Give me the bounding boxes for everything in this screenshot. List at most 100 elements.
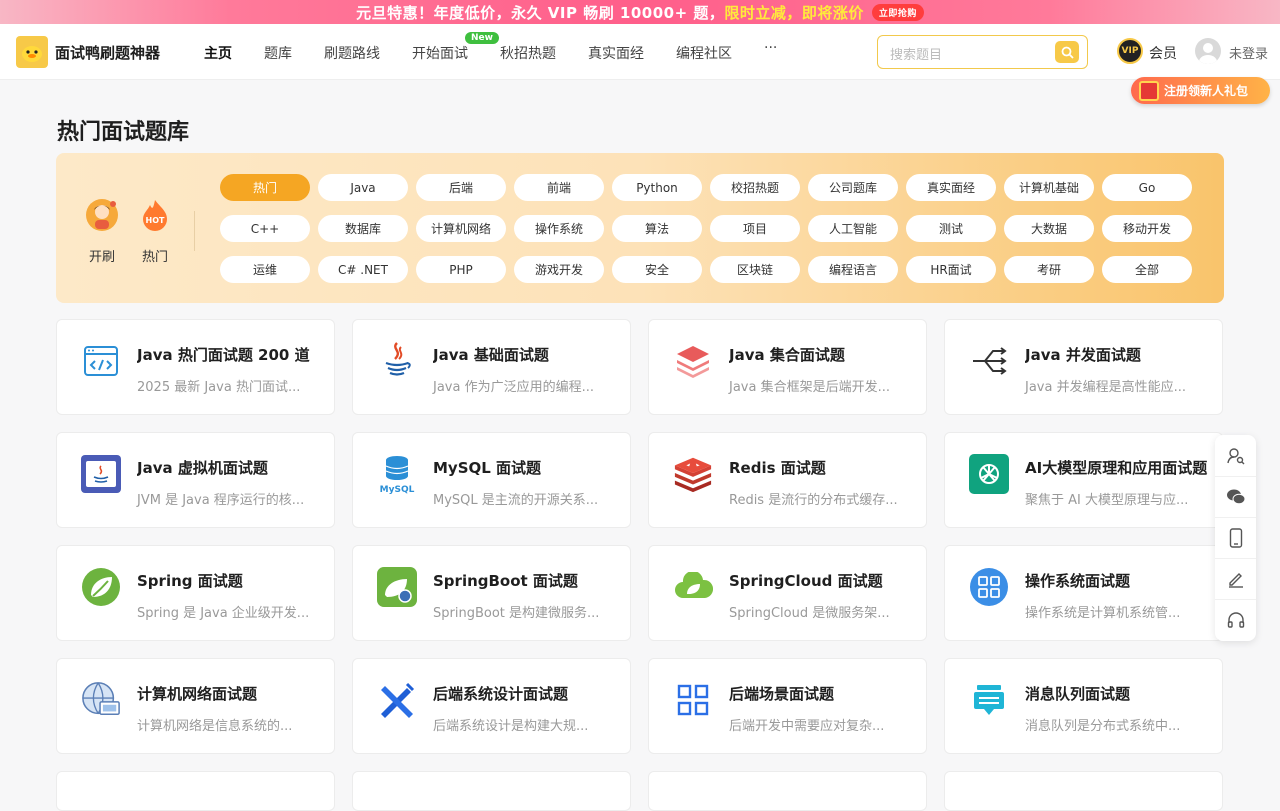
question-bank-card[interactable]: Java 热门面试题 200 道 2025 最新 Java 热门面试... bbox=[56, 319, 335, 415]
category-chip[interactable]: 人工智能 bbox=[808, 215, 898, 242]
new-user-gift-banner[interactable]: 注册领新人礼包 bbox=[1131, 77, 1270, 104]
edit-icon[interactable] bbox=[1215, 558, 1256, 599]
question-bank-card[interactable]: 后端场景面试题 后端开发中需要应对复杂... bbox=[648, 658, 927, 754]
question-bank-card[interactable]: MySQL MySQL 面试题 MySQL 是主流的开源关系... bbox=[352, 432, 631, 528]
category-chip[interactable]: 后端 bbox=[416, 174, 506, 201]
promo-banner[interactable]: 元旦特惠！年度低价，永久 VIP 畅刷 10000+ 题， 限时立减，即将涨价 … bbox=[0, 0, 1280, 24]
category-chip[interactable]: 游戏开发 bbox=[514, 256, 604, 283]
nav-question-bank[interactable]: 题库 bbox=[264, 43, 292, 63]
question-bank-card[interactable]: Java 虚拟机面试题 JVM 是 Java 程序运行的核... bbox=[56, 432, 335, 528]
question-bank-card-partial[interactable] bbox=[352, 771, 631, 811]
category-chip[interactable]: 区块链 bbox=[710, 256, 800, 283]
category-chip[interactable]: 操作系统 bbox=[514, 215, 604, 242]
question-bank-card-partial[interactable] bbox=[944, 771, 1223, 811]
card-title[interactable]: MySQL 面试题 bbox=[433, 457, 618, 478]
headset-icon[interactable] bbox=[1215, 599, 1256, 640]
search-icon[interactable] bbox=[1055, 41, 1079, 63]
category-chip[interactable]: 移动开发 bbox=[1102, 215, 1192, 242]
card-title[interactable]: 操作系统面试题 bbox=[1025, 570, 1210, 591]
nav-start-interview[interactable]: 开始面试 bbox=[412, 43, 468, 63]
quick-hot[interactable]: HOT 热门 bbox=[135, 198, 175, 265]
user-avatar[interactable] bbox=[1195, 38, 1221, 64]
category-chip[interactable]: 大数据 bbox=[1004, 215, 1094, 242]
login-link[interactable]: 未登录 bbox=[1229, 43, 1268, 62]
category-chip[interactable]: 热门 bbox=[220, 174, 310, 201]
nav-more[interactable]: ··· bbox=[764, 40, 777, 56]
svg-text:MySQL: MySQL bbox=[380, 485, 415, 494]
card-title[interactable]: SpringCloud 面试题 bbox=[729, 570, 914, 591]
quick-start[interactable]: 开刷 bbox=[82, 198, 122, 265]
nav-home[interactable]: 主页 bbox=[204, 43, 232, 66]
question-bank-card-partial[interactable] bbox=[648, 771, 927, 811]
question-bank-card[interactable]: AI大模型原理和应用面试题 聚焦于 AI 大模型原理与应... bbox=[944, 432, 1223, 528]
mobile-icon[interactable] bbox=[1215, 517, 1256, 558]
question-bank-card[interactable]: 操作系统面试题 操作系统是计算机系统管... bbox=[944, 545, 1223, 641]
duck-logo-icon[interactable] bbox=[16, 36, 48, 68]
card-title[interactable]: AI大模型原理和应用面试题 bbox=[1025, 457, 1210, 478]
vip-badge-icon[interactable]: VIP bbox=[1117, 38, 1143, 64]
category-chip[interactable]: 真实面经 bbox=[906, 174, 996, 201]
question-bank-card-partial[interactable] bbox=[56, 771, 335, 811]
question-bank-card[interactable]: Java 并发面试题 Java 并发编程是高性能应... bbox=[944, 319, 1223, 415]
category-chip[interactable]: 算法 bbox=[612, 215, 702, 242]
top-navbar: 面试鸭刷题神器 主页 题库 刷题路线 开始面试 New 秋招热题 真实面经 编程… bbox=[0, 24, 1280, 80]
category-chip[interactable]: 测试 bbox=[906, 215, 996, 242]
nav-real-interviews[interactable]: 真实面经 bbox=[588, 43, 644, 63]
card-title[interactable]: Java 基础面试题 bbox=[433, 344, 618, 365]
category-chip[interactable]: 数据库 bbox=[318, 215, 408, 242]
search-box[interactable]: 搜索题目 bbox=[877, 35, 1088, 69]
wechat-icon[interactable] bbox=[1215, 476, 1256, 517]
category-chip[interactable]: 计算机网络 bbox=[416, 215, 506, 242]
java-icon bbox=[377, 341, 417, 381]
question-bank-card[interactable]: Redis 面试题 Redis 是流行的分布式缓存... bbox=[648, 432, 927, 528]
vip-label[interactable]: 会员 bbox=[1149, 43, 1177, 63]
question-bank-card[interactable]: 消息队列面试题消息队列是分布式系统中... bbox=[944, 658, 1223, 754]
card-title[interactable]: 消息队列面试题 bbox=[1025, 683, 1210, 704]
category-chip[interactable]: PHP bbox=[416, 256, 506, 283]
category-chip[interactable]: C# .NET bbox=[318, 256, 408, 283]
question-bank-card[interactable]: SpringBoot 面试题 SpringBoot 是构建微服务... bbox=[352, 545, 631, 641]
nav-community[interactable]: 编程社区 bbox=[676, 43, 732, 63]
category-chip[interactable]: 计算机基础 bbox=[1004, 174, 1094, 201]
question-bank-card[interactable]: Java 集合面试题 Java 集合框架是后端开发... bbox=[648, 319, 927, 415]
category-chip[interactable]: Python bbox=[612, 174, 702, 201]
category-chip[interactable]: 公司题库 bbox=[808, 174, 898, 201]
category-chip[interactable]: 考研 bbox=[1004, 256, 1094, 283]
card-title[interactable]: 后端场景面试题 bbox=[729, 683, 914, 704]
category-chip[interactable]: 项目 bbox=[710, 215, 800, 242]
nav-campus-hot[interactable]: 秋招热题 bbox=[500, 43, 556, 63]
card-title[interactable]: Java 并发面试题 bbox=[1025, 344, 1210, 365]
card-title[interactable]: Java 虚拟机面试题 bbox=[137, 457, 322, 478]
question-bank-card[interactable]: Java 基础面试题 Java 作为广泛应用的编程... bbox=[352, 319, 631, 415]
card-title[interactable]: 后端系统设计面试题 bbox=[433, 683, 618, 704]
nav-learning-path[interactable]: 刷题路线 bbox=[324, 43, 380, 63]
card-description: 消息队列是分布式系统中... bbox=[1025, 719, 1181, 734]
question-bank-card[interactable]: 计算机网络面试题 计算机网络是信息系统的... bbox=[56, 658, 335, 754]
category-chip[interactable]: 编程语言 bbox=[808, 256, 898, 283]
card-title[interactable]: Redis 面试题 bbox=[729, 457, 914, 478]
card-title[interactable]: Java 集合面试题 bbox=[729, 344, 914, 365]
category-chip[interactable]: 安全 bbox=[612, 256, 702, 283]
profile-search-icon[interactable] bbox=[1215, 435, 1256, 476]
page-title: 热门面试题库 bbox=[57, 120, 190, 145]
category-chip[interactable]: HR面试 bbox=[906, 256, 996, 283]
network-globe-icon bbox=[81, 680, 121, 720]
question-bank-card[interactable]: 后端系统设计面试题后端系统设计是构建大规... bbox=[352, 658, 631, 754]
category-chip[interactable]: 全部 bbox=[1102, 256, 1192, 283]
question-bank-card[interactable]: SpringCloud 面试题 SpringCloud 是微服务架... bbox=[648, 545, 927, 641]
category-chip[interactable]: 前端 bbox=[514, 174, 604, 201]
category-chip[interactable]: 运维 bbox=[220, 256, 310, 283]
card-title[interactable]: Spring 面试题 bbox=[137, 570, 322, 591]
question-bank-card[interactable]: Spring 面试题 Spring 是 Java 企业级开发... bbox=[56, 545, 335, 641]
card-title[interactable]: Java 热门面试题 200 道 bbox=[137, 344, 322, 365]
brand-name[interactable]: 面试鸭刷题神器 bbox=[55, 42, 160, 63]
card-description: 后端系统设计是构建大规... bbox=[433, 719, 589, 734]
category-chip[interactable]: 校招热题 bbox=[710, 174, 800, 201]
category-chip[interactable]: C++ bbox=[220, 215, 310, 242]
category-chip[interactable]: Java bbox=[318, 174, 408, 201]
search-input[interactable]: 搜索题目 bbox=[890, 44, 942, 63]
category-chip[interactable]: Go bbox=[1102, 174, 1192, 201]
card-title[interactable]: 计算机网络面试题 bbox=[137, 683, 322, 704]
promo-buy-button[interactable]: 立即抢购 bbox=[871, 3, 924, 21]
card-title[interactable]: SpringBoot 面试题 bbox=[433, 570, 618, 591]
